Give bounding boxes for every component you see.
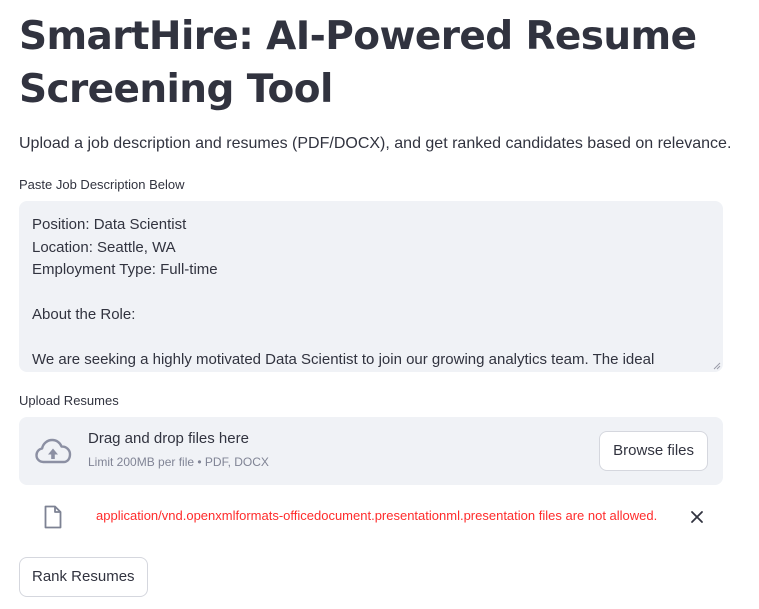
job-description-line: We are seeking a highly motivated Data S… [32, 351, 655, 368]
page-title: SmartHire: AI-Powered Resume Screening T… [19, 14, 697, 112]
upload-resumes-label: Upload Resumes [19, 393, 119, 408]
job-description-line: Position: Data Scientist [32, 216, 187, 233]
rank-resumes-button[interactable]: Rank Resumes [19, 557, 148, 597]
close-icon[interactable] [689, 509, 705, 525]
job-description-line: Location: Seattle, WA [32, 238, 176, 256]
file-dropzone[interactable]: Drag and drop files here Limit 200MB per… [19, 417, 723, 485]
uploaded-file-row: application/vnd.openxmlformats-officedoc… [19, 500, 723, 534]
file-icon [44, 505, 62, 529]
dropzone-instruction: Drag and drop files here [88, 430, 249, 447]
job-description-line: About the Role: [32, 306, 136, 323]
job-description-text: Position: Data Scientist Location: Seatt… [32, 214, 703, 372]
dropzone-limit-text: Limit 200MB per file • PDF, DOCX [88, 455, 269, 469]
job-description-label: Paste Job Description Below [19, 177, 185, 192]
resize-handle-icon[interactable] [713, 362, 721, 370]
job-description-textarea[interactable]: Position: Data Scientist Location: Seatt… [19, 201, 723, 372]
job-description-line: Employment Type: Full-time [32, 261, 218, 278]
page-subtitle: Upload a job description and resumes (PD… [19, 135, 732, 152]
browse-files-button[interactable]: Browse files [599, 431, 708, 471]
cloud-upload-icon [35, 438, 72, 464]
job-description-line [32, 282, 703, 305]
file-error-message: application/vnd.openxmlformats-officedoc… [96, 508, 658, 523]
job-description-line [32, 327, 703, 350]
